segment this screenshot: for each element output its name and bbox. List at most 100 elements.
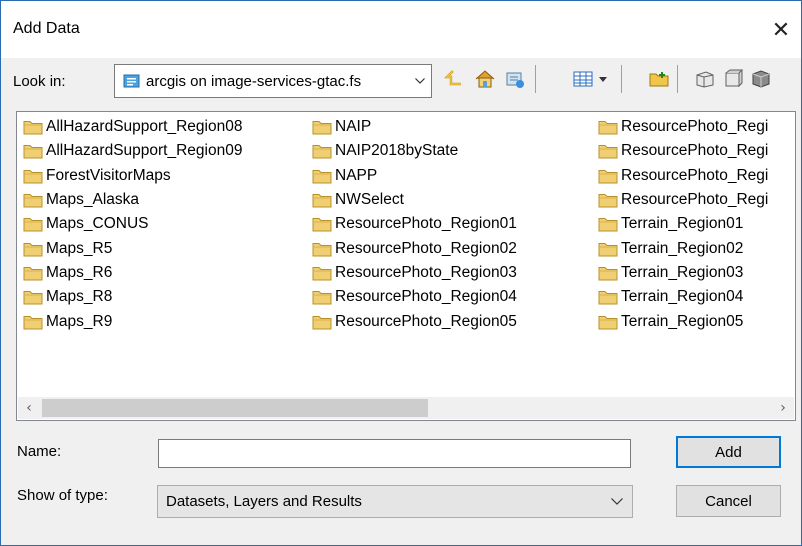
close-button[interactable]: ✕ bbox=[761, 13, 801, 47]
folder-item[interactable]: ResourcePhoto_Regi bbox=[598, 115, 768, 139]
folder-icon bbox=[23, 315, 43, 330]
view-options-dropdown[interactable] bbox=[595, 67, 611, 91]
chevron-left-icon: ‹ bbox=[26, 400, 32, 416]
folder-name: AllHazardSupport_Region08 bbox=[46, 118, 243, 136]
folder-icon bbox=[23, 291, 43, 305]
folder-name: ResourcePhoto_Region01 bbox=[335, 215, 517, 233]
folder-icon bbox=[312, 169, 332, 184]
folder-item[interactable]: Maps_R8 bbox=[23, 285, 242, 309]
folder-item[interactable]: Maps_R9 bbox=[23, 309, 242, 333]
look-in-dropdown[interactable]: arcgis on image-services-gtac.fs bbox=[114, 64, 432, 98]
new-database-button[interactable] bbox=[749, 67, 773, 91]
toolbar-separator bbox=[535, 65, 536, 93]
folder-item[interactable]: ResourcePhoto_Region04 bbox=[312, 285, 517, 309]
folder-name: Terrain_Region03 bbox=[621, 263, 744, 281]
folder-item[interactable]: AllHazardSupport_Region08 bbox=[23, 115, 242, 139]
folder-item[interactable]: NAIP bbox=[312, 115, 517, 139]
view-options-icon bbox=[573, 71, 593, 87]
chevron-down-icon bbox=[599, 76, 607, 82]
folder-name: ResourcePhoto_Region04 bbox=[335, 288, 517, 306]
folder-name: ResourcePhoto_Regi bbox=[621, 166, 769, 184]
folder-item[interactable]: Maps_R5 bbox=[23, 236, 242, 260]
title-bar: Add Data ✕ bbox=[1, 1, 801, 58]
folder-item[interactable]: ResourcePhoto_Region02 bbox=[312, 236, 517, 260]
folder-item[interactable]: ResourcePhoto_Region03 bbox=[312, 261, 517, 285]
folder-icon bbox=[312, 194, 332, 208]
add-button[interactable]: Add bbox=[676, 436, 781, 468]
folder-icon bbox=[598, 315, 618, 330]
folder-item[interactable]: Terrain_Region05 bbox=[598, 309, 768, 333]
show-of-type-dropdown[interactable]: Datasets, Layers and Results bbox=[157, 485, 633, 518]
connect-folder-button[interactable] bbox=[503, 67, 527, 91]
folder-icon bbox=[312, 291, 332, 305]
show-of-type-label: Show of type: bbox=[17, 487, 108, 504]
folder-name: ResourcePhoto_Region02 bbox=[335, 239, 517, 257]
folder-name: AllHazardSupport_Region09 bbox=[46, 142, 243, 160]
folder-item[interactable]: Maps_CONUS bbox=[23, 212, 242, 236]
folder-name: Maps_Alaska bbox=[46, 191, 140, 209]
folder-icon bbox=[312, 315, 332, 330]
name-input[interactable] bbox=[158, 439, 631, 468]
chevron-down-icon bbox=[602, 498, 632, 505]
folder-item[interactable]: NAIP2018byState bbox=[312, 139, 517, 163]
folder-icon bbox=[312, 121, 332, 135]
folder-name: Maps_CONUS bbox=[46, 215, 149, 233]
folder-name: ResourcePhoto_Region05 bbox=[335, 312, 517, 330]
home-button[interactable] bbox=[473, 67, 497, 91]
connect-folder-icon bbox=[506, 72, 524, 88]
folder-item[interactable]: Terrain_Region01 bbox=[598, 212, 768, 236]
folder-item[interactable]: ResourcePhoto_Region05 bbox=[312, 309, 517, 333]
folder-icon bbox=[598, 169, 618, 184]
file-list-column-3: ResourcePhoto_Regi ResourcePhoto_Regi Reso… bbox=[598, 115, 768, 334]
look-in-label: Look in: bbox=[13, 73, 66, 90]
folder-item[interactable]: Terrain_Region02 bbox=[598, 236, 768, 260]
folder-item[interactable]: ResourcePhoto_Region01 bbox=[312, 212, 517, 236]
folder-item[interactable]: Maps_R6 bbox=[23, 261, 242, 285]
show-of-type-value: Datasets, Layers and Results bbox=[166, 493, 362, 510]
scrollbar-thumb[interactable] bbox=[42, 399, 428, 417]
new-database-icon bbox=[752, 70, 770, 88]
file-list-column-1: AllHazardSupport_Region08 AllHazardSuppor… bbox=[23, 115, 242, 334]
folder-icon bbox=[598, 121, 618, 135]
folder-icon bbox=[598, 194, 618, 208]
folder-icon bbox=[598, 218, 618, 232]
folder-name: Maps_R6 bbox=[46, 263, 113, 281]
scroll-left-button[interactable]: ‹ bbox=[18, 397, 40, 419]
folder-item[interactable]: NAPP bbox=[312, 164, 517, 188]
add-data-dialog: Add Data ✕ Look in: arcgis on image-serv… bbox=[0, 0, 802, 546]
folder-item[interactable]: Terrain_Region03 bbox=[598, 261, 768, 285]
folder-icon bbox=[598, 242, 618, 257]
up-one-level-icon bbox=[444, 70, 461, 86]
folder-item[interactable]: Terrain_Region04 bbox=[598, 285, 768, 309]
horizontal-scrollbar[interactable]: ‹ › bbox=[18, 397, 794, 419]
scroll-right-button[interactable]: › bbox=[772, 397, 794, 419]
folder-icon bbox=[312, 218, 332, 232]
folder-icon bbox=[23, 266, 43, 281]
new-feature-class-button[interactable] bbox=[721, 67, 745, 91]
folder-name: NAPP bbox=[335, 166, 378, 184]
folder-item[interactable]: ForestVisitorMaps bbox=[23, 164, 242, 188]
folder-name: ResourcePhoto_Region03 bbox=[335, 263, 517, 281]
folder-name: Maps_R9 bbox=[46, 312, 113, 330]
folder-item[interactable]: NWSelect bbox=[312, 188, 517, 212]
view-options-button[interactable] bbox=[571, 67, 595, 91]
folder-icon bbox=[598, 291, 618, 305]
home-icon bbox=[475, 70, 495, 88]
folder-item[interactable]: AllHazardSupport_Region09 bbox=[23, 139, 242, 163]
cancel-button[interactable]: Cancel bbox=[676, 485, 781, 517]
folder-item[interactable]: Maps_Alaska bbox=[23, 188, 242, 212]
file-list[interactable]: AllHazardSupport_Region08 AllHazardSuppor… bbox=[16, 111, 796, 421]
name-label: Name: bbox=[17, 443, 62, 460]
catalog-icon bbox=[696, 71, 714, 88]
up-one-level-button[interactable] bbox=[442, 67, 466, 91]
folder-item[interactable]: ResourcePhoto_Regi bbox=[598, 164, 768, 188]
folder-item[interactable]: ResourcePhoto_Regi bbox=[598, 188, 768, 212]
chevron-down-icon bbox=[408, 65, 431, 97]
folder-item[interactable]: ResourcePhoto_Regi bbox=[598, 139, 768, 163]
new-folder-button[interactable] bbox=[647, 67, 671, 91]
catalog-button[interactable] bbox=[693, 67, 717, 91]
folder-name: ForestVisitorMaps bbox=[46, 166, 171, 184]
folder-name: NWSelect bbox=[335, 191, 404, 209]
folder-icon bbox=[23, 145, 43, 159]
folder-name: ResourcePhoto_Regi bbox=[621, 191, 769, 209]
